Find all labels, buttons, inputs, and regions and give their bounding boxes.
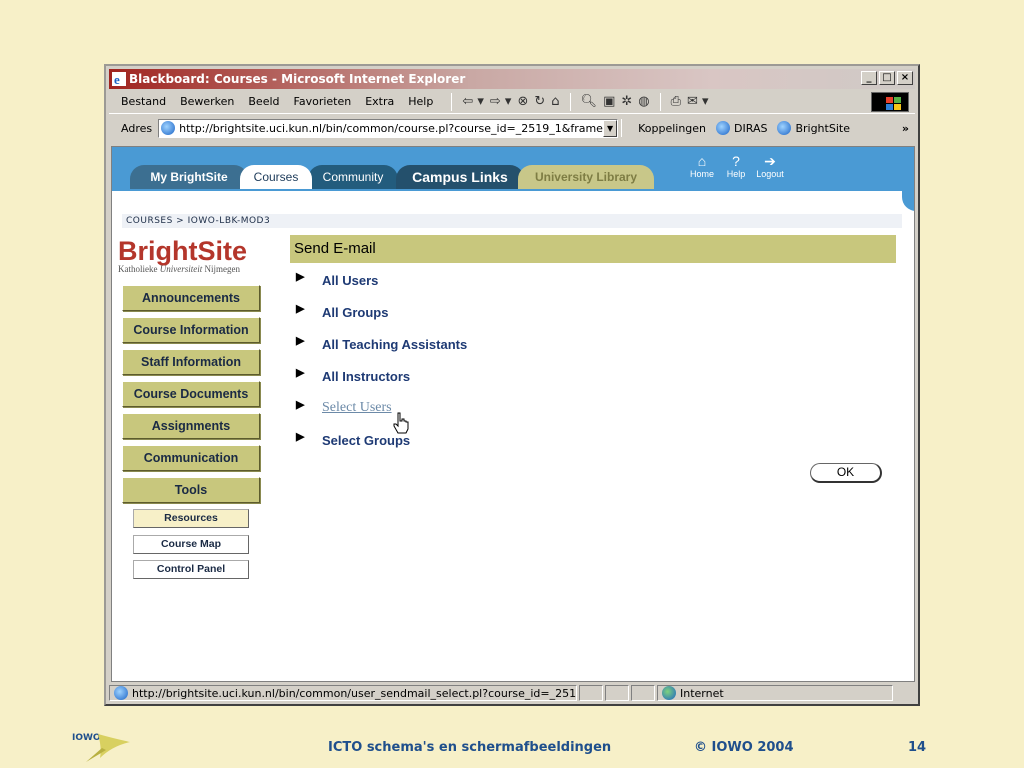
address-url: http://brightsite.uci.kun.nl/bin/common/…	[179, 121, 619, 135]
subnav-resources[interactable]: Resources	[133, 509, 249, 528]
status-cell	[579, 685, 603, 701]
menu-favorieten[interactable]: Favorieten	[294, 95, 352, 108]
help-link[interactable]: ? Help	[722, 153, 750, 179]
nav-announcements[interactable]: Announcements	[122, 285, 260, 311]
print-icon[interactable]: ⎙	[671, 94, 681, 109]
address-dropdown-icon[interactable]: ▼	[603, 119, 618, 137]
link-icon	[777, 121, 792, 135]
ie-logo-icon: e	[112, 72, 126, 86]
menu-bar: Bestand Bewerken Beeld Favorieten Extra …	[109, 90, 915, 114]
logout-icon: ➔	[764, 153, 776, 169]
brightsite-logo: BrightSite Katholieke Universiteit Nijme…	[118, 237, 247, 274]
svg-text:e: e	[114, 72, 120, 86]
status-cell	[605, 685, 629, 701]
logout-link[interactable]: ➔ Logout	[756, 153, 784, 179]
links-label[interactable]: Koppelingen	[638, 122, 706, 135]
address-bar: Adres http://brightsite.uci.kun.nl/bin/c…	[109, 116, 915, 140]
link-icon	[716, 121, 731, 135]
status-url: http://brightsite.uci.kun.nl/bin/common/…	[109, 685, 577, 701]
triangle-right-icon: ▶	[296, 431, 305, 443]
toolbar-separator	[659, 92, 661, 111]
breadcrumb[interactable]: COURSES > IOWO-LBK-MOD3	[122, 214, 902, 228]
page-content: My BrightSite Courses Community Campus L…	[111, 146, 915, 682]
maximize-button[interactable]: □	[879, 71, 895, 85]
menu-beeld[interactable]: Beeld	[248, 95, 279, 108]
link-brightsite[interactable]: BrightSite	[777, 121, 850, 135]
triangle-right-icon: ▶	[296, 399, 305, 411]
triangle-right-icon: ▶	[296, 303, 305, 315]
nav-course-information[interactable]: Course Information	[122, 317, 260, 343]
page-title: Send E-mail	[290, 235, 896, 263]
windows-logo-icon	[871, 92, 909, 112]
footer-page-number: 14	[908, 740, 927, 755]
nav-tools[interactable]: Tools	[122, 477, 260, 503]
home-link[interactable]: ⌂ Home	[688, 153, 716, 179]
stop-icon[interactable]: ⊗	[517, 94, 528, 109]
tab-community[interactable]: Community	[308, 165, 398, 189]
triangle-right-icon: ▶	[296, 335, 305, 347]
brightsite-header: My BrightSite Courses Community Campus L…	[112, 147, 914, 191]
toolbar-separator	[451, 92, 453, 111]
home-icon[interactable]: ⌂	[551, 94, 559, 109]
help-icon: ?	[732, 153, 740, 169]
link-diras[interactable]: DIRAS	[716, 121, 767, 135]
browser-window: e Blackboard: Courses - Microsoft Intern…	[104, 64, 920, 706]
search-icon[interactable]: 🔍︎	[581, 94, 598, 109]
home-icon: ⌂	[697, 153, 707, 169]
address-label: Adres	[121, 121, 153, 135]
status-zone: Internet	[657, 685, 893, 701]
ok-button[interactable]: OK	[810, 463, 882, 483]
menu-bewerken[interactable]: Bewerken	[180, 95, 234, 108]
page-icon	[161, 121, 176, 135]
history-icon[interactable]: ✲	[621, 94, 632, 109]
title-bar[interactable]: e Blackboard: Courses - Microsoft Intern…	[109, 69, 915, 89]
footer-copyright: © IOWO 2004	[694, 740, 794, 755]
header-curve	[112, 147, 914, 211]
address-input[interactable]: http://brightsite.uci.kun.nl/bin/common/…	[158, 118, 619, 138]
logo-text: BrightSite	[118, 236, 248, 266]
iowo-logo: IOWO	[72, 733, 130, 762]
tab-university-library[interactable]: University Library	[518, 165, 654, 189]
close-button[interactable]: ×	[897, 71, 913, 85]
refresh-icon[interactable]: ↻	[534, 94, 545, 109]
hand-cursor-icon	[393, 412, 409, 434]
tab-campus-links[interactable]: Campus Links	[396, 165, 524, 189]
tab-my-brightsite[interactable]: My BrightSite	[130, 165, 248, 189]
forward-icon[interactable]: ⇨ ▾	[490, 94, 512, 109]
page-icon	[114, 686, 128, 700]
status-bar: http://brightsite.uci.kun.nl/bin/common/…	[109, 684, 915, 702]
menu-extra[interactable]: Extra	[365, 95, 394, 108]
nav-course-documents[interactable]: Course Documents	[122, 381, 260, 407]
favorites-icon[interactable]: ▣	[603, 94, 615, 109]
internet-zone-icon	[662, 686, 676, 700]
menu-bestand[interactable]: Bestand	[121, 95, 166, 108]
window-title: Blackboard: Courses - Microsoft Internet…	[129, 72, 466, 86]
back-icon[interactable]: ⇦ ▾	[462, 94, 484, 109]
triangle-right-icon: ▶	[296, 367, 305, 379]
tab-courses[interactable]: Courses	[240, 165, 312, 189]
mail-icon[interactable]: ✉ ▾	[687, 94, 709, 109]
toolbar-separator	[621, 119, 623, 137]
logo-subtitle: Katholieke Universiteit Nijmegen	[118, 264, 240, 274]
subnav-control-panel[interactable]: Control Panel	[133, 560, 249, 579]
toolbar-separator	[569, 92, 571, 111]
footer-title: ICTO schema's en schermafbeeldingen	[328, 740, 612, 755]
triangle-right-icon: ▶	[296, 271, 305, 283]
media-icon[interactable]: ◍	[638, 94, 649, 109]
links-more-icon[interactable]: »	[902, 122, 909, 135]
nav-communication[interactable]: Communication	[122, 445, 260, 471]
nav-assignments[interactable]: Assignments	[122, 413, 260, 439]
subnav-course-map[interactable]: Course Map	[133, 535, 249, 554]
svg-text:IOWO: IOWO	[72, 733, 101, 743]
minimize-button[interactable]: _	[861, 71, 877, 85]
nav-staff-information[interactable]: Staff Information	[122, 349, 260, 375]
menu-help[interactable]: Help	[408, 95, 433, 108]
status-cell	[631, 685, 655, 701]
